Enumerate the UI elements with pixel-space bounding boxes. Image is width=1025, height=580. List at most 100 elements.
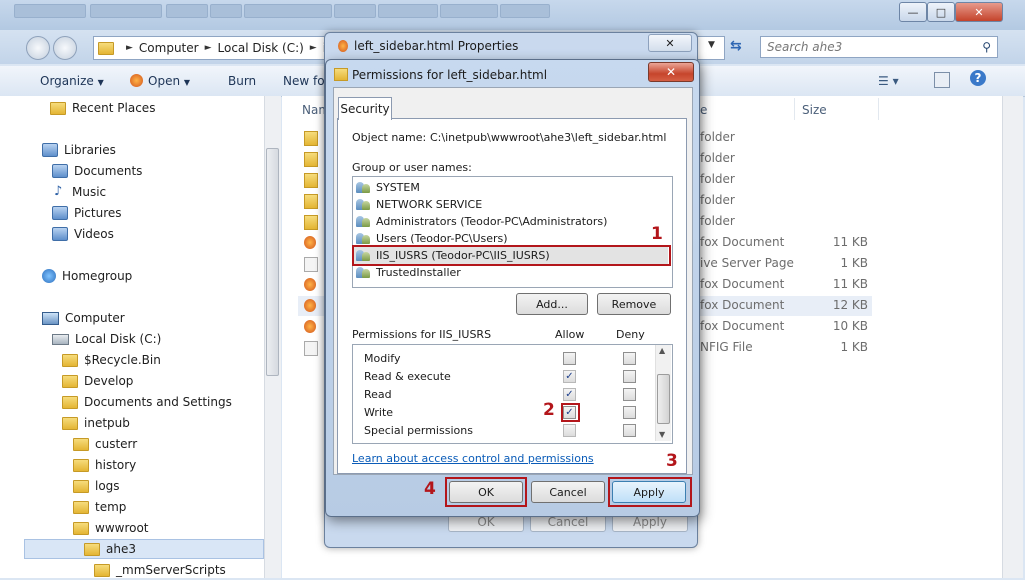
refresh-icon[interactable]: ⇆: [730, 38, 742, 54]
tab-security[interactable]: Security: [338, 97, 392, 120]
nav-item-computer[interactable]: Computer: [42, 308, 125, 328]
user-list-item[interactable]: NETWORK SERVICE: [356, 196, 482, 213]
close-button[interactable]: ✕: [955, 2, 1003, 22]
deny-checkbox[interactable]: [623, 370, 636, 383]
column-header-type[interactable]: e: [700, 103, 707, 117]
nav-item-inetpub[interactable]: inetpub: [62, 413, 130, 433]
deny-checkbox[interactable]: [623, 388, 636, 401]
properties-close-button[interactable]: ✕: [648, 34, 692, 52]
open-button[interactable]: Open ▼: [130, 74, 190, 88]
nav-item-ahe3[interactable]: ahe3: [84, 539, 136, 559]
nav-item-videos[interactable]: Videos: [52, 224, 114, 244]
file-size-cell: 11 KB: [832, 277, 868, 291]
firefox-icon: [130, 74, 143, 87]
nav-item-temp[interactable]: temp: [73, 497, 126, 517]
properties-title-text: left_sidebar.html Properties: [354, 39, 519, 53]
allow-column-header: Allow: [555, 328, 585, 341]
chevron-right-icon: ►: [126, 43, 133, 53]
scroll-up-icon[interactable]: ▲: [659, 346, 665, 355]
document-icon: [338, 40, 348, 52]
nav-item-music[interactable]: ♪ Music: [54, 182, 106, 202]
learn-access-control-link[interactable]: Learn about access control and permissio…: [352, 452, 594, 465]
folder-icon: [50, 101, 66, 115]
group-user-names-label: Group or user names:: [352, 161, 472, 174]
address-dropdown-icon[interactable]: ▼: [708, 40, 715, 50]
nav-item-recycle-bin[interactable]: $Recycle.Bin: [62, 350, 161, 370]
nav-item-wwwroot[interactable]: wwwroot: [73, 518, 149, 538]
allow-checkbox[interactable]: [563, 352, 576, 365]
nav-item-mm-server-scripts[interactable]: _mmServerScripts: [94, 560, 226, 580]
breadcrumb-computer[interactable]: Computer: [139, 41, 199, 55]
nav-item-label: Videos: [74, 227, 114, 241]
nav-item-selected-highlight: [24, 539, 264, 559]
folder-icon: [73, 500, 89, 514]
user-group-icon: [356, 182, 370, 193]
deny-checkbox[interactable]: [623, 352, 636, 365]
remove-button[interactable]: Remove: [597, 293, 671, 315]
file-type-cell: fox Document: [700, 277, 785, 291]
column-divider: [794, 98, 795, 120]
nav-item-libraries[interactable]: Libraries: [42, 140, 116, 160]
chevron-right-icon: ►: [309, 43, 317, 53]
help-icon[interactable]: ?: [970, 70, 986, 86]
file-list-scrollbar[interactable]: [1002, 96, 1023, 578]
nav-item-develop[interactable]: Develop: [62, 371, 133, 391]
deny-checkbox[interactable]: [623, 424, 636, 437]
nav-item-recent-places[interactable]: Recent Places: [50, 98, 155, 118]
add-button[interactable]: Add...: [516, 293, 588, 315]
permissions-scrollbar-thumb[interactable]: [657, 374, 670, 424]
permissions-close-button[interactable]: ✕: [648, 62, 694, 82]
breadcrumb-local-disk[interactable]: Local Disk (C:): [218, 41, 304, 55]
folder-icon: [73, 521, 89, 535]
new-folder-button[interactable]: New fo: [283, 74, 325, 88]
minimize-button[interactable]: —: [899, 2, 927, 22]
maximize-button[interactable]: □: [927, 2, 955, 22]
folder-icon: [98, 41, 114, 55]
view-options-icon[interactable]: ☰ ▾: [878, 74, 899, 88]
back-button[interactable]: [26, 36, 50, 60]
nav-scrollbar-thumb[interactable]: [266, 148, 279, 376]
preview-pane-icon[interactable]: [934, 72, 950, 88]
annotation-number-4: 4: [424, 479, 436, 499]
file-size-cell: 12 KB: [832, 298, 868, 312]
background-tab: [378, 4, 438, 18]
folder-icon: [334, 68, 348, 81]
nav-item-logs[interactable]: logs: [73, 476, 120, 496]
permission-name: Special permissions: [364, 423, 473, 437]
scroll-down-icon[interactable]: ▼: [659, 430, 665, 439]
search-input[interactable]: Search ahe3 ⚲: [760, 36, 998, 58]
nav-item-label: history: [95, 458, 137, 472]
user-list-item[interactable]: TrustedInstaller: [356, 264, 461, 281]
column-header-size[interactable]: Size: [802, 103, 827, 117]
file-size-cell: [820, 193, 868, 213]
background-tab: [244, 4, 332, 18]
nav-item-label: Documents: [74, 164, 143, 178]
allow-checkbox[interactable]: [563, 424, 576, 437]
nav-item-documents-and-settings[interactable]: Documents and Settings: [62, 392, 232, 412]
user-list-item-label: SYSTEM: [376, 181, 420, 194]
burn-button[interactable]: Burn: [228, 74, 256, 88]
nav-item-pictures[interactable]: Pictures: [52, 203, 122, 223]
nav-item-label: Recent Places: [72, 101, 156, 115]
user-list-item[interactable]: Administrators (Teodor-PC\Administrators…: [356, 213, 607, 230]
allow-checkbox[interactable]: ✓: [563, 388, 576, 401]
nav-item-label: custerr: [95, 437, 138, 451]
nav-item-label: Music: [72, 185, 107, 199]
nav-item-custerr[interactable]: custerr: [73, 434, 137, 454]
organize-button[interactable]: Organize ▼: [40, 74, 104, 88]
file-type-cell: fox Document: [700, 298, 785, 312]
search-icon[interactable]: ⚲: [982, 40, 991, 54]
nav-item-local-disk[interactable]: Local Disk (C:): [52, 329, 161, 349]
folder-icon: [62, 395, 78, 409]
cancel-button[interactable]: Cancel: [531, 481, 605, 503]
deny-checkbox[interactable]: [623, 406, 636, 419]
allow-checkbox[interactable]: ✓: [563, 370, 576, 383]
file-size-cell: [820, 130, 868, 150]
nav-item-homegroup[interactable]: Homegroup: [42, 266, 132, 286]
forward-button[interactable]: [53, 36, 77, 60]
nav-item-documents[interactable]: Documents: [52, 161, 142, 181]
file-type-cell: folder: [700, 193, 735, 207]
nav-item-history[interactable]: history: [73, 455, 136, 475]
background-tab: [14, 4, 86, 18]
user-list-item[interactable]: SYSTEM: [356, 179, 420, 196]
